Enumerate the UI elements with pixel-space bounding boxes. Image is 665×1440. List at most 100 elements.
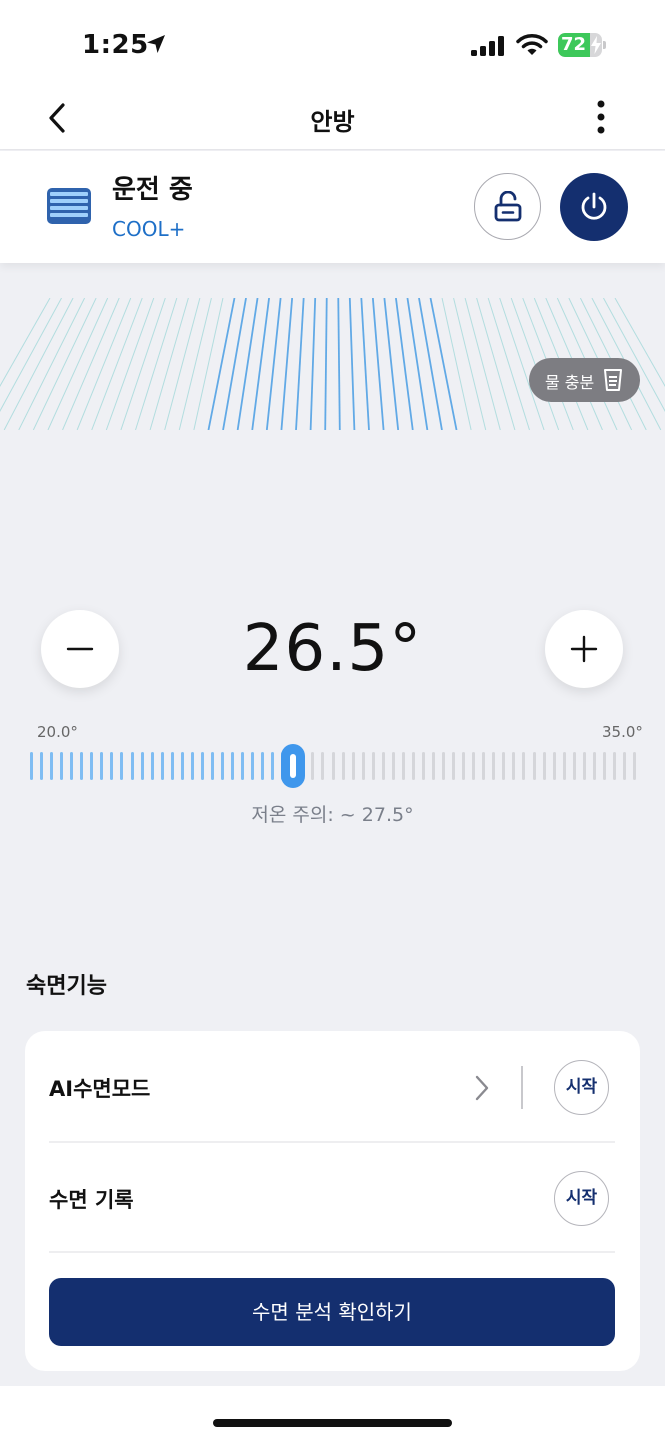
status-bar: 1:25 72 bbox=[0, 0, 665, 90]
airflow-line bbox=[32, 298, 97, 430]
slider-tick bbox=[532, 752, 536, 780]
battery-percent: 72 bbox=[561, 34, 587, 55]
sleep-analysis-button[interactable]: 수면 분석 확인하기 bbox=[49, 1278, 615, 1346]
location-arrow-icon bbox=[147, 35, 165, 53]
vertical-divider bbox=[521, 1066, 523, 1109]
airflow-line bbox=[18, 298, 86, 430]
slider-tick bbox=[592, 752, 596, 780]
slider-tick bbox=[381, 752, 385, 780]
slider-tick bbox=[542, 752, 546, 780]
slider-tick bbox=[130, 752, 134, 780]
slider-tick bbox=[552, 752, 556, 780]
slider-tick bbox=[351, 752, 355, 780]
slider-tick bbox=[180, 752, 184, 780]
airflow-line bbox=[222, 298, 247, 430]
airflow-line bbox=[178, 298, 212, 430]
slider-tick bbox=[241, 752, 245, 780]
slider-tick bbox=[210, 752, 214, 780]
slider-tick bbox=[452, 752, 456, 780]
slider-tick bbox=[371, 752, 375, 780]
section-title-sleep: 숙면기능 bbox=[26, 974, 107, 999]
slider-tick bbox=[90, 752, 94, 780]
slider-tick bbox=[401, 752, 405, 780]
airflow-line bbox=[324, 298, 328, 430]
chevron-right-icon[interactable] bbox=[472, 1073, 492, 1103]
airflow-line bbox=[418, 298, 443, 430]
slider-tick bbox=[150, 752, 154, 780]
slider-tick bbox=[502, 752, 506, 780]
slider-tick bbox=[70, 752, 74, 780]
slider-tick bbox=[432, 752, 435, 780]
water-level-label: 물 충분 bbox=[545, 373, 595, 392]
slider-tick bbox=[311, 752, 315, 780]
charging-bolt-icon bbox=[591, 36, 601, 54]
temperature-min-label: 20.0° bbox=[37, 723, 78, 741]
slider-tick bbox=[612, 752, 616, 780]
slider-tick bbox=[261, 752, 265, 780]
airflow-line bbox=[207, 298, 236, 430]
water-level-badge[interactable]: 물 충분 bbox=[529, 358, 640, 402]
child-lock-button[interactable] bbox=[474, 173, 541, 240]
slider-tick bbox=[200, 752, 204, 780]
slider-handle[interactable] bbox=[280, 744, 305, 788]
slider-tick bbox=[582, 752, 586, 780]
slider-tick bbox=[492, 752, 496, 780]
slider-tick bbox=[512, 752, 516, 780]
airflow-line bbox=[453, 298, 487, 430]
slider-tick bbox=[572, 752, 576, 780]
airflow-line bbox=[429, 298, 458, 430]
slider-tick bbox=[30, 752, 33, 780]
unlock-icon bbox=[494, 191, 522, 222]
operation-mode: COOL+ bbox=[112, 217, 186, 241]
slider-tick bbox=[160, 752, 164, 780]
airflow-line bbox=[120, 298, 166, 430]
slider-tick bbox=[421, 752, 425, 780]
slider-tick bbox=[231, 752, 234, 780]
airflow-line bbox=[193, 298, 224, 430]
slider-tick bbox=[442, 752, 446, 780]
slider-tick bbox=[472, 752, 476, 780]
airflow-line bbox=[337, 298, 341, 430]
low-temperature-warning: 저온 주의: ~ 27.5° bbox=[251, 804, 414, 826]
battery-indicator: 72 bbox=[558, 33, 606, 57]
airflow-line bbox=[105, 298, 155, 430]
airflow-line bbox=[62, 298, 120, 430]
temperature-increase-button[interactable] bbox=[545, 610, 623, 688]
airflow-line bbox=[348, 298, 356, 430]
slider-tick bbox=[40, 752, 44, 780]
slider-tick bbox=[522, 752, 526, 780]
cellular-signal-icon bbox=[471, 36, 504, 56]
bottom-area bbox=[0, 1386, 665, 1440]
slider-tick bbox=[170, 752, 174, 780]
row-divider bbox=[49, 1251, 615, 1253]
operation-status: 운전 중 bbox=[112, 175, 193, 205]
slider-tick bbox=[622, 752, 626, 780]
airflow-line bbox=[295, 298, 305, 430]
airflow-line bbox=[441, 298, 472, 430]
sleep-record-start-button[interactable]: 시작 bbox=[554, 1171, 609, 1226]
slider-tick bbox=[251, 752, 255, 780]
row-divider bbox=[49, 1141, 615, 1143]
slider-tick bbox=[633, 752, 636, 780]
slider-tick bbox=[602, 752, 606, 780]
sleep-record-label: 수면 기록 bbox=[49, 1188, 134, 1212]
ai-sleep-mode-label[interactable]: AI수면모드 bbox=[49, 1073, 150, 1103]
airflow-line bbox=[280, 298, 294, 430]
page-title: 안방 bbox=[310, 108, 355, 136]
temperature-max-label: 35.0° bbox=[602, 723, 643, 741]
temperature-slider[interactable] bbox=[30, 744, 636, 788]
nav-bar: 안방 bbox=[0, 90, 665, 150]
slider-tick bbox=[391, 752, 395, 780]
airflow-line bbox=[265, 298, 282, 430]
power-button[interactable] bbox=[560, 173, 628, 241]
home-indicator[interactable] bbox=[213, 1419, 452, 1427]
airflow-line bbox=[47, 298, 109, 430]
water-cup-icon bbox=[604, 369, 622, 391]
slider-tick bbox=[361, 752, 365, 780]
status-time: 1:25 bbox=[82, 30, 149, 60]
ai-sleep-mode-start-button[interactable]: 시작 bbox=[554, 1060, 609, 1115]
slider-tick bbox=[482, 752, 486, 780]
slider-tick bbox=[190, 752, 194, 780]
vertical-ellipsis-icon[interactable] bbox=[588, 98, 614, 138]
airflow-line bbox=[76, 298, 132, 430]
